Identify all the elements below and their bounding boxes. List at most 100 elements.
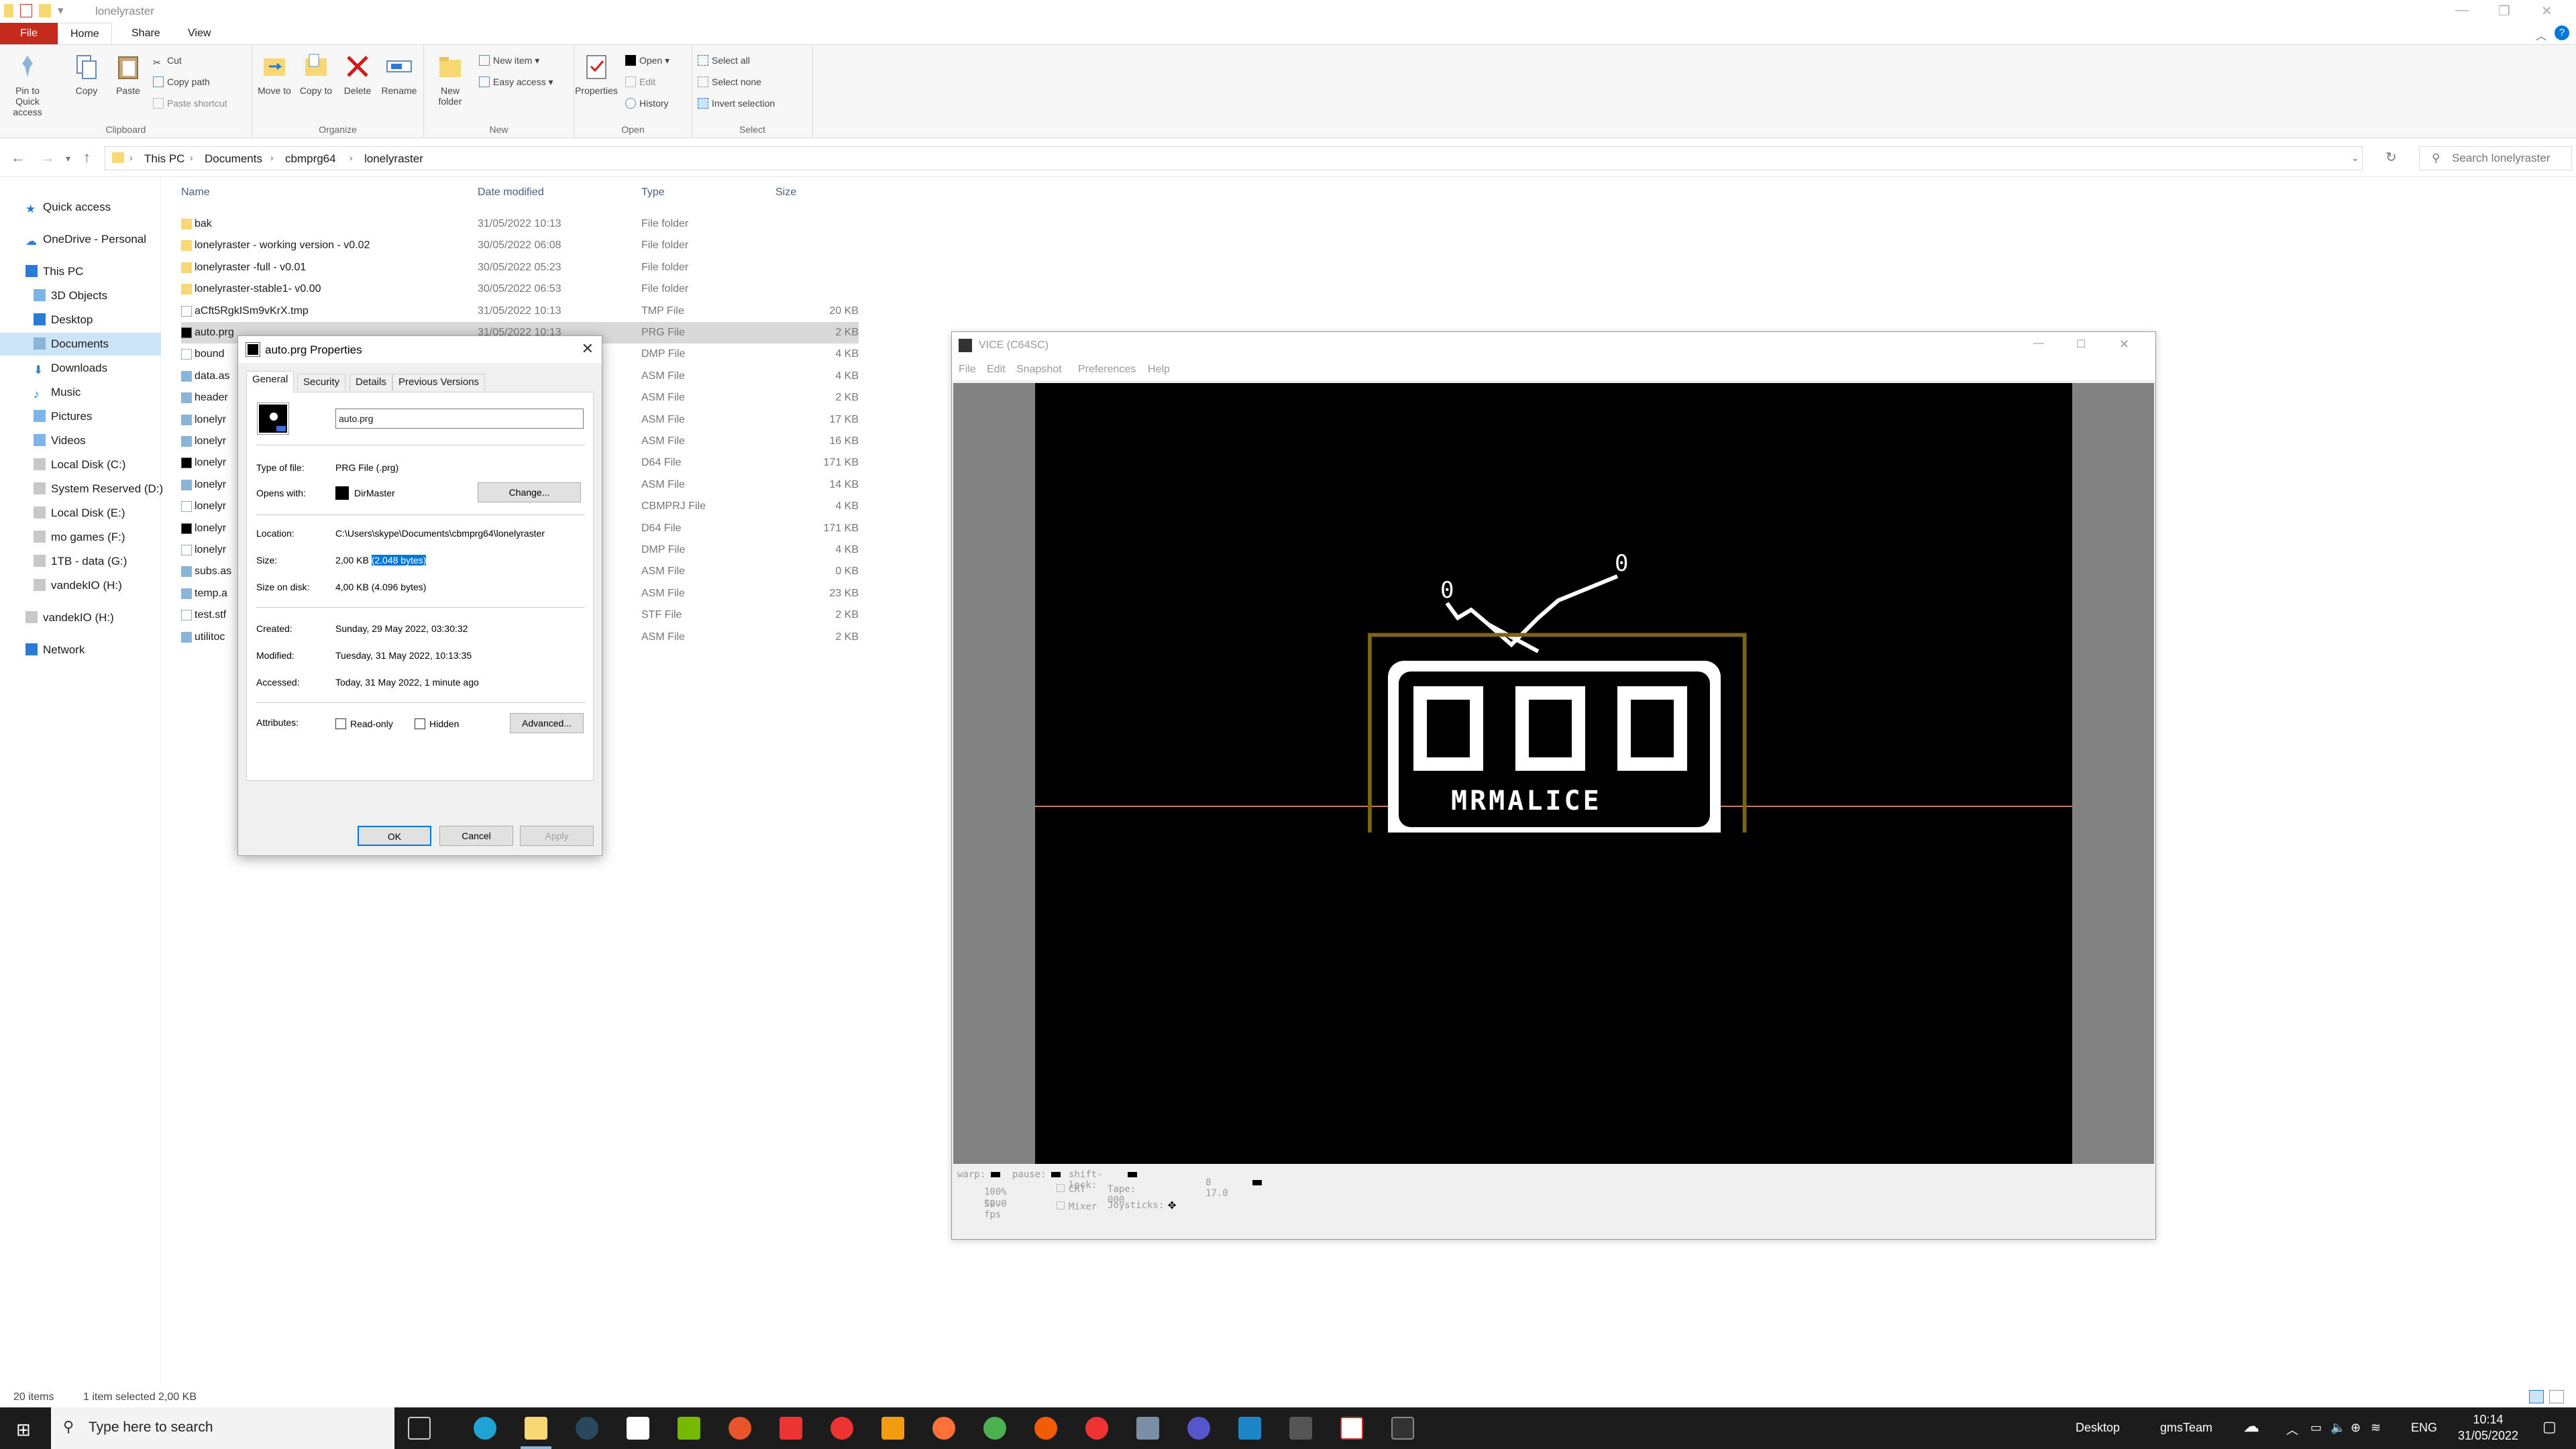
tab-file[interactable]: File [0,23,58,44]
cut-button[interactable]: ✂ Cut [153,52,182,69]
tab-view[interactable]: View [176,23,223,44]
nav-this-pc[interactable]: This PC [25,260,83,283]
minimize-button[interactable]: — [2455,3,2469,18]
game-launcher-icon[interactable] [729,1417,751,1440]
vice-taskbar-icon[interactable] [1289,1417,1312,1440]
nvidia-icon[interactable] [678,1417,700,1440]
details-view-icon[interactable] [2529,1390,2544,1403]
back-icon[interactable]: ← [11,149,25,166]
breadcrumb-lonelyraster[interactable]: lonelyraster [364,152,423,166]
windows-start-icon[interactable]: ⊞ [16,1419,31,1440]
filename-input[interactable]: auto.prg [335,409,584,429]
move-to-button[interactable]: Move to [252,52,297,96]
vlc-icon[interactable] [881,1417,904,1440]
nav-documents[interactable]: Documents [0,333,161,356]
address-dropdown-icon[interactable]: ⌄ [2351,152,2359,164]
pin-button[interactable]: Pin to Quick access [5,52,50,117]
change-button[interactable]: Change... [478,482,581,502]
hidden-checkbox[interactable] [415,718,425,729]
properties-button[interactable]: Properties [574,52,619,96]
table-row[interactable]: aCft5RgkISm9vKrX.tmp 31/05/2022 10:13 TMP … [181,301,859,322]
collapse-ribbon-icon[interactable]: ︿ [2536,27,2546,43]
cancel-button[interactable]: Cancel [439,826,513,846]
breadcrumb-cbmprg64[interactable]: cbmprg64 [285,152,336,166]
network-tray-icon[interactable]: ▭ [2310,1421,2322,1435]
utility-app-icon[interactable] [780,1417,802,1440]
vice-maximize-button[interactable]: ☐ [2076,337,2086,351]
properties-qat-icon[interactable] [20,4,32,17]
notification-icon[interactable]: ▢ [2542,1418,2557,1436]
copy-path-button[interactable]: Copy path [153,73,210,91]
chrome-icon[interactable] [983,1417,1006,1440]
close-button[interactable]: ✕ [2541,3,2553,19]
tab-general[interactable]: General [246,371,294,392]
vice-menu-help[interactable]: Help [1148,364,1170,376]
c64-studio-icon[interactable] [1187,1417,1210,1440]
column-header-type[interactable]: Type [641,186,665,199]
media-app-icon[interactable] [830,1417,853,1440]
clock-date[interactable]: 31/05/2022 [2451,1429,2525,1443]
copy-to-button[interactable]: Copy to [294,52,338,96]
vice-menu-edit[interactable]: Edit [987,364,1006,376]
c64-screen[interactable]: 0 0 MRMALICE [1035,383,2072,1164]
address-box[interactable]: › This PC › Documents › cbmprg64 › lonel… [105,146,2363,170]
maximize-button[interactable]: ❐ [2498,3,2510,19]
table-row[interactable]: lonelyraster-stable1- v0.00 30/05/2022 06… [181,278,859,300]
large-icons-view-icon[interactable] [2549,1390,2564,1403]
nav-desktop[interactable]: Desktop [34,309,93,331]
select-none-button[interactable]: Select none [698,73,761,91]
table-row[interactable]: bak 31/05/2022 10:13 File folder [181,213,859,235]
paste-button[interactable]: Paste [106,52,150,96]
show-hidden-icons[interactable]: ︿ [2286,1421,2298,1438]
firefox-icon[interactable] [932,1417,955,1440]
breadcrumb-this-pc[interactable]: This PC [144,152,184,166]
origin-icon[interactable] [1034,1417,1057,1440]
file-explorer-icon[interactable] [525,1417,547,1440]
c64-screen-border[interactable]: 0 0 MRMALICE [953,383,2154,1164]
up-icon[interactable]: ↑ [83,149,91,166]
help-icon[interactable]: ? [2555,25,2569,40]
nav-network[interactable]: Network [25,639,85,661]
paste-shortcut-button[interactable]: Paste shortcut [153,95,227,112]
taskbar-search-input[interactable]: ⚲ Type here to search [51,1407,394,1449]
tab-details[interactable]: Details [350,374,392,391]
tab-previous-versions[interactable]: Previous Versions [392,374,486,391]
nav-local-disk-e[interactable]: Local Disk (E:) [34,502,125,525]
dialog-close-icon[interactable]: ✕ [582,340,594,358]
dirmaster-taskbar-icon[interactable] [1340,1417,1363,1440]
ea-icon[interactable] [1085,1417,1108,1440]
editor-app-icon[interactable] [1238,1417,1261,1440]
nav-onedrive[interactable]: ☁ OneDrive - Personal [25,228,146,251]
task-view-icon[interactable] [408,1417,431,1440]
table-row[interactable]: lonelyraster - working version - v0.02 30… [181,235,859,256]
select-all-button[interactable]: Select all [698,52,750,69]
tab-share[interactable]: Share [119,23,172,44]
new-item-button[interactable]: New item ▾ [479,52,539,69]
terminal-icon[interactable] [1391,1417,1414,1440]
new-folder-qat-icon[interactable] [39,4,51,17]
search-input[interactable]: ⚲ Search lonelyraster [2419,146,2572,170]
steam-icon[interactable] [576,1417,598,1440]
nav-videos[interactable]: Videos [34,429,86,452]
column-header-date[interactable]: Date modified [478,186,544,199]
nav-pictures[interactable]: Pictures [34,405,92,428]
wifi-icon[interactable]: ≋ [2371,1421,2381,1435]
apply-button[interactable]: Apply [520,826,594,846]
vice-minimize-button[interactable]: — [2033,337,2044,350]
copy-button[interactable]: Copy [64,52,109,96]
forward-icon[interactable]: → [40,149,55,166]
column-header-name[interactable]: Name [181,186,210,199]
delete-button[interactable]: Delete [335,52,380,96]
crt-checkbox[interactable] [1057,1184,1065,1192]
nav-3d-objects[interactable]: 3D Objects [34,284,107,307]
desktop-toolbar-label[interactable]: Desktop [2076,1421,2120,1435]
tab-home[interactable]: Home [58,23,112,44]
nav-vandekio-h-root[interactable]: vandekIO (H:) [25,606,114,629]
open-button[interactable]: Open ▾ [625,52,669,69]
nav-quick-access[interactable]: ★ Quick access [25,196,111,219]
tab-security[interactable]: Security [297,374,346,391]
size-bytes-selected[interactable]: (2.048 bytes) [371,555,427,566]
vice-menu-snapshot[interactable]: Snapshot [1016,364,1062,376]
gmsteam-toolbar-label[interactable]: gmsTeam [2160,1421,2212,1435]
edge-icon[interactable] [474,1417,496,1440]
